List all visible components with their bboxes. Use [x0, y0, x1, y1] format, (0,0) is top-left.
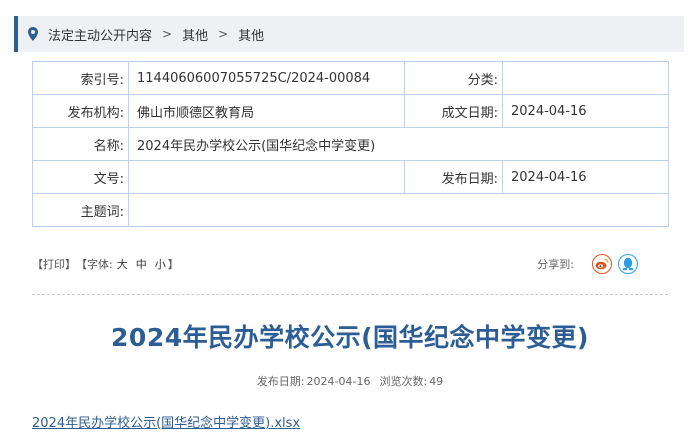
- breadcrumb: 法定主动公开内容 > 其他 > 其他: [14, 16, 684, 52]
- view-count-label: 浏览次数:: [379, 375, 428, 388]
- doc-number-label: 文号:: [32, 160, 129, 194]
- weibo-icon[interactable]: [592, 254, 612, 274]
- doc-number-value: [128, 160, 405, 194]
- created-date-label: 成文日期:: [404, 94, 503, 128]
- published-date-value: 2024-04-16: [502, 160, 669, 194]
- share-area: 分享到:: [537, 254, 638, 274]
- subject-words-value: [128, 193, 669, 227]
- font-small-button[interactable]: 小: [155, 256, 166, 272]
- publish-info: 发布日期: 2024-04-16 浏览次数: 49: [0, 373, 700, 389]
- table-row: 文号: 发布日期: 2024-04-16: [32, 160, 669, 194]
- breadcrumb-item-other[interactable]: 其他: [182, 25, 208, 44]
- share-label: 分享到:: [537, 258, 574, 271]
- qq-icon[interactable]: [618, 254, 638, 274]
- created-date-value: 2024-04-16: [502, 94, 669, 128]
- divider: [32, 294, 668, 295]
- doc-name-label: 名称:: [32, 127, 129, 161]
- doc-name-value: 2024年民办学校公示(国华纪念中学变更): [128, 127, 669, 161]
- index-number-label: 索引号:: [32, 61, 129, 95]
- attachment-link[interactable]: 2024年民办学校公示(国华纪念中学变更).xlsx: [32, 412, 300, 431]
- breadcrumb-item-other-current[interactable]: 其他: [238, 25, 264, 44]
- table-row: 名称: 2024年民办学校公示(国华纪念中学变更): [32, 127, 669, 161]
- document-meta-table: 索引号: 11440606007055725C/2024-00084 分类: 发…: [32, 61, 669, 227]
- index-number-value: 11440606007055725C/2024-00084: [128, 61, 405, 95]
- subject-words-label: 主题词:: [32, 193, 129, 227]
- chevron-right-icon: >: [218, 27, 229, 41]
- font-large-button[interactable]: 大: [117, 256, 128, 272]
- location-pin-icon: [26, 26, 40, 42]
- view-count-value: 49: [429, 375, 444, 388]
- table-row: 主题词:: [32, 193, 669, 227]
- table-row: 发布机构: 佛山市顺德区教育局 成文日期: 2024-04-16: [32, 94, 669, 128]
- published-date-label: 发布日期:: [404, 160, 503, 194]
- font-size-label: 【字体:: [76, 258, 113, 271]
- category-value: [502, 61, 669, 95]
- publisher-value: 佛山市顺德区教育局: [128, 94, 405, 128]
- breadcrumb-item-public-content[interactable]: 法定主动公开内容: [48, 25, 152, 44]
- publish-date-label: 发布日期:: [256, 375, 305, 388]
- category-label: 分类:: [404, 61, 503, 95]
- article-tools: 【打印】 【字体: 大 中 小 】 分享到:: [32, 254, 638, 274]
- chevron-right-icon: >: [162, 27, 173, 41]
- publish-date-value: 2024-04-16: [306, 375, 371, 388]
- article-title: 2024年民办学校公示(国华纪念中学变更): [111, 323, 589, 352]
- font-size-label-end: 】: [167, 258, 179, 271]
- table-row: 索引号: 11440606007055725C/2024-00084 分类:: [32, 61, 669, 95]
- font-medium-button[interactable]: 中: [136, 256, 147, 272]
- publisher-label: 发布机构:: [32, 94, 129, 128]
- print-button[interactable]: 【打印】: [32, 256, 76, 272]
